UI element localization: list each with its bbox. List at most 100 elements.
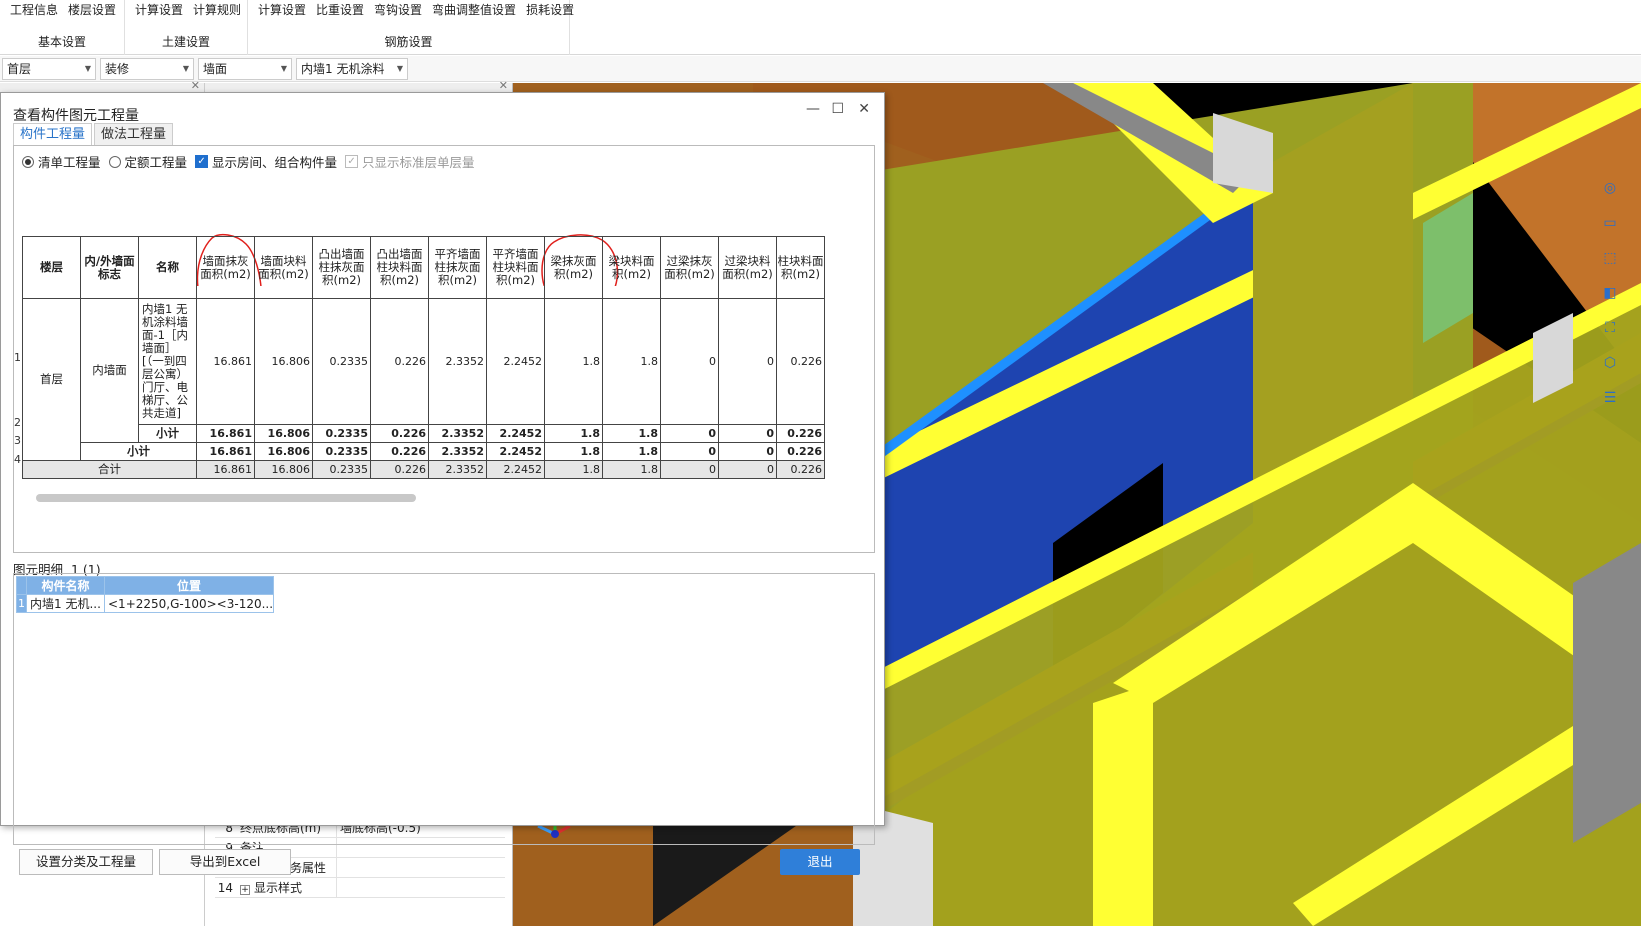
item-select[interactable]: 内墙1 无机涂料 ▼ <box>296 58 408 80</box>
cell-value: 0 <box>660 460 719 479</box>
row-number: 1 <box>14 351 21 364</box>
project-info-button[interactable]: 工程信息 <box>10 1 58 18</box>
table-row[interactable]: 小计 16.861 16.806 0.2335 0.226 2.3352 2.2… <box>23 424 825 443</box>
cell-value: 1.8 <box>602 298 661 425</box>
cell-value: 16.806 <box>254 424 313 443</box>
header-col[interactable]: 墙面抹灰面积(m2) <box>196 236 255 299</box>
properties-list-icon[interactable]: ☰ <box>1597 383 1623 413</box>
cell-value: 1.8 <box>544 460 603 479</box>
dialog-tabs: 构件工程量 做法工程量 <box>13 123 175 145</box>
table-row[interactable]: 1 内墙1 无机... <1+2250,G-100><3-120... <box>16 594 275 613</box>
ribbon-group-civil: 计算设置 计算规则 土建设置 <box>125 0 248 55</box>
cell-value: 2.3352 <box>428 298 487 425</box>
header-col[interactable]: 平齐墙面柱抹灰面积(m2) <box>428 236 487 299</box>
hook-settings-button[interactable]: 弯钩设置 <box>374 1 422 18</box>
cell-total-label: 合计 <box>22 460 197 479</box>
table-row[interactable]: 小计 16.861 16.806 0.2335 0.226 2.3352 2.2… <box>23 442 825 461</box>
type-select[interactable]: 墙面 ▼ <box>198 58 292 80</box>
cell-value: 0 <box>718 460 777 479</box>
cell-value: 0 <box>718 442 777 461</box>
header-col[interactable]: 墙面块料面积(m2) <box>254 236 313 299</box>
civil-calc-settings-button[interactable]: 计算设置 <box>135 1 183 18</box>
fullscreen-icon[interactable]: ⛶ <box>1597 313 1623 343</box>
tab-method-quantity[interactable]: 做法工程量 <box>94 123 174 145</box>
cell-value: 0.226 <box>776 442 825 461</box>
cell-value: 1.8 <box>544 424 603 443</box>
chevron-down-icon: ▼ <box>84 64 91 73</box>
row-number: 3 <box>14 434 21 447</box>
ribbon-group-label: 土建设置 <box>161 35 210 49</box>
tab-component-quantity[interactable]: 构件工程量 <box>13 123 93 145</box>
header-col[interactable]: 平齐墙面柱块料面积(m2) <box>486 236 545 299</box>
cell-value: 0.226 <box>370 424 429 443</box>
cell-value: 0.226 <box>776 460 825 479</box>
header-col[interactable]: 凸出墙面柱抹灰面积(m2) <box>312 236 371 299</box>
exit-button[interactable]: 退出 <box>780 849 860 875</box>
floor-settings-button[interactable]: 楼层设置 <box>68 1 116 18</box>
cell-value: 0.226 <box>370 442 429 461</box>
header-wall-flag: 内/外墙面标志 <box>80 236 139 299</box>
close-icon[interactable]: ✕ <box>499 79 508 92</box>
horizontal-scrollbar[interactable] <box>36 494 416 502</box>
ribbon-group-label: 基本设置 <box>37 35 86 49</box>
view-toolbar: ◎ ▭ ⬚ ◧ ⛶ ⬡ ☰ <box>1597 173 1627 418</box>
cell-subtotal-label: 小计 <box>80 442 197 461</box>
selector-bar: 首层 ▼ 装修 ▼ 墙面 ▼ 内墙1 无机涂料 ▼ <box>0 56 1641 82</box>
detail-header-row: 构件名称 位置 <box>16 576 275 595</box>
calc-rules-button[interactable]: 计算规则 <box>193 1 241 18</box>
cell-value: 2.3352 <box>428 460 487 479</box>
header-col[interactable]: 过梁块料面积(m2) <box>718 236 777 299</box>
header-col[interactable]: 梁抹灰面积(m2) <box>544 236 603 299</box>
cell-subtotal-label: 小计 <box>138 424 197 443</box>
cell-value: 2.2452 <box>486 442 545 461</box>
cell-value: 16.861 <box>196 460 255 479</box>
export-excel-button[interactable]: 导出到Excel <box>159 849 291 875</box>
row-number: 4 <box>14 453 21 466</box>
loss-settings-button[interactable]: 损耗设置 <box>526 1 574 18</box>
classify-settings-button[interactable]: 设置分类及工程量 <box>19 849 153 875</box>
maximize-icon[interactable]: ☐ <box>831 101 844 117</box>
quantity-panel: 清单工程量 定额工程量 ✓ 显示房间、组合构件量 ✓ 只显示标准层单层量 1 2 3… <box>13 145 875 553</box>
minimize-icon[interactable]: — <box>806 101 820 117</box>
cell-value: 0 <box>660 298 719 425</box>
cell-value: 2.3352 <box>428 424 487 443</box>
rebar-calc-settings-button[interactable]: 计算设置 <box>258 1 306 18</box>
ribbon: 工程信息 楼层设置 基本设置 计算设置 计算规则 土建设置 计算设置 比重设置 弯钩设置… <box>0 0 1641 55</box>
property-row[interactable]: 14 + 显示样式 <box>215 878 505 898</box>
row-number: 2 <box>14 416 21 429</box>
view-3d-box-icon[interactable]: ⬚ <box>1597 243 1623 273</box>
cell-value: 2.2452 <box>486 298 545 425</box>
cell-value: 0 <box>660 424 719 443</box>
cell-component-name: 内墙1 无机... <box>26 594 105 613</box>
floor-select[interactable]: 首层 ▼ <box>2 58 96 80</box>
view-2d-icon[interactable]: ▭ <box>1597 208 1623 238</box>
category-select[interactable]: 装修 ▼ <box>100 58 194 80</box>
cell-value: 0.226 <box>776 298 825 425</box>
table-row[interactable]: 合计 16.861 16.806 0.2335 0.226 2.3352 2.2… <box>22 460 825 479</box>
header-col[interactable]: 过梁抹灰面积(m2) <box>660 236 719 299</box>
view-cube-icon[interactable]: ⬡ <box>1597 348 1623 378</box>
cell-value: 0.226 <box>776 424 825 443</box>
expand-icon[interactable]: + <box>240 885 250 895</box>
cell-value: 0.226 <box>370 298 429 425</box>
header-col[interactable]: 梁块料面积(m2) <box>602 236 661 299</box>
close-icon[interactable]: ✕ <box>858 101 870 117</box>
table-row[interactable]: 首层 内墙面 内墙1 无机涂料墙面-1［内墙面］[（一到四层公寓）门厅、电梯厅、… <box>22 298 825 461</box>
bend-adjust-settings-button[interactable]: 弯曲调整值设置 <box>432 1 516 18</box>
dialog-title: 查看构件图元工程量 <box>13 108 139 124</box>
header-component-name[interactable]: 构件名称 <box>26 576 105 595</box>
density-settings-button[interactable]: 比重设置 <box>316 1 364 18</box>
view-3d-solid-icon[interactable]: ◧ <box>1597 278 1623 308</box>
viewport-orbit-icon[interactable]: ◎ <box>1597 173 1623 203</box>
quantity-dialog: 查看构件图元工程量 — ☐ ✕ 构件工程量 做法工程量 清单工程量 定额工程量 … <box>0 92 885 875</box>
header-position[interactable]: 位置 <box>103 576 275 595</box>
cell-value: 0 <box>718 298 777 425</box>
header-col[interactable]: 柱块料面积(m2) <box>776 236 825 299</box>
header-col[interactable]: 凸出墙面柱块料面积(m2) <box>370 236 429 299</box>
table-header-row: 楼层 内/外墙面标志 名称 墙面抹灰面积(m2) 墙面块料面积(m2) 凸出墙面… <box>22 236 825 299</box>
close-icon[interactable]: ✕ <box>191 79 200 92</box>
cell-value: 16.861 <box>196 298 255 425</box>
cell-value: 1.8 <box>602 442 661 461</box>
header-name: 名称 <box>138 236 197 299</box>
cell-value: 0.226 <box>370 460 429 479</box>
